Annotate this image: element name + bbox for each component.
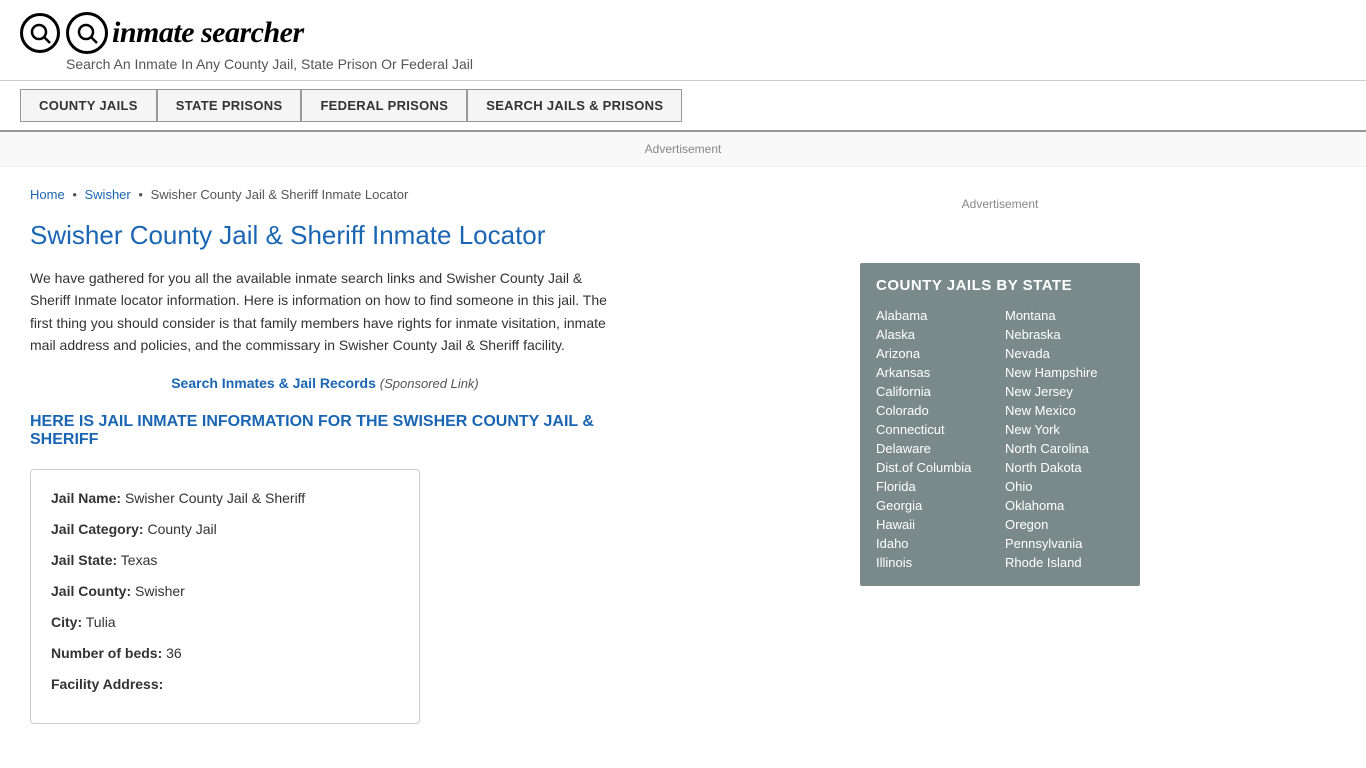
sponsored-section: Search Inmates & Jail Records (Sponsored… [30,375,620,391]
jail-city-val: Tulia [86,614,116,630]
state-link-arizona[interactable]: Arizona [876,344,995,363]
sidebar-ad: Advertisement [860,187,1140,247]
jail-category-label: Jail Category: [51,521,144,537]
state-link-oklahoma[interactable]: Oklahoma [1005,496,1124,515]
jail-county-val: Swisher [135,583,185,599]
state-link-north-carolina[interactable]: North Carolina [1005,439,1124,458]
state-link-montana[interactable]: Montana [1005,306,1124,325]
state-link-alabama[interactable]: Alabama [876,306,995,325]
state-box-title: COUNTY JAILS BY STATE [876,277,1124,294]
jail-beds-row: Number of beds: 36 [51,643,399,664]
logo-icon [20,13,60,53]
sidebar: Advertisement COUNTY JAILS BY STATE Alab… [840,167,1150,744]
state-link-dist.of-columbia[interactable]: Dist.of Columbia [876,458,995,477]
jail-name-label: Jail Name: [51,490,121,506]
state-link-new-york[interactable]: New York [1005,420,1124,439]
breadcrumb-parent[interactable]: Swisher [85,187,131,202]
jail-info-box: Jail Name: Swisher County Jail & Sheriff… [30,469,420,724]
main-content: Home • Swisher • Swisher County Jail & S… [0,167,1366,744]
breadcrumb-current: Swisher County Jail & Sheriff Inmate Loc… [151,187,409,202]
state-link-florida[interactable]: Florida [876,477,995,496]
ad-banner: Advertisement [0,132,1366,167]
jail-county-label: Jail County: [51,583,131,599]
state-link-new-mexico[interactable]: New Mexico [1005,401,1124,420]
state-link-delaware[interactable]: Delaware [876,439,995,458]
header: inmate searcher Search An Inmate In Any … [0,0,1366,81]
jail-state-val: Texas [121,552,158,568]
nav-bar: COUNTY JAILS STATE PRISONS FEDERAL PRISO… [0,81,1366,132]
state-link-colorado[interactable]: Colorado [876,401,995,420]
state-link-georgia[interactable]: Georgia [876,496,995,515]
jail-name-row: Jail Name: Swisher County Jail & Sheriff [51,488,399,509]
jail-county-row: Jail County: Swisher [51,581,399,602]
state-box: COUNTY JAILS BY STATE AlabamaAlaskaArizo… [860,263,1140,586]
state-link-pennsylvania[interactable]: Pennsylvania [1005,534,1124,553]
jail-address-label: Facility Address: [51,676,163,692]
state-link-oregon[interactable]: Oregon [1005,515,1124,534]
breadcrumb-home[interactable]: Home [30,187,65,202]
jail-city-row: City: Tulia [51,612,399,633]
state-link-ohio[interactable]: Ohio [1005,477,1124,496]
sponsored-link[interactable]: Search Inmates & Jail Records [171,375,376,391]
breadcrumb: Home • Swisher • Swisher County Jail & S… [30,187,810,202]
nav-item-county-jails[interactable]: COUNTY JAILS [20,89,157,122]
tagline: Search An Inmate In Any County Jail, Sta… [66,56,1346,72]
jail-beds-label: Number of beds: [51,645,162,661]
state-col-right: MontanaNebraskaNevadaNew HampshireNew Je… [1005,306,1124,572]
nav-item-search-jails[interactable]: SEARCH JAILS & PRISONS [467,89,682,122]
sponsored-note: (Sponsored Link) [380,376,479,391]
jail-name-val: Swisher County Jail & Sheriff [125,490,305,506]
jail-beds-val: 36 [166,645,182,661]
state-link-arkansas[interactable]: Arkansas [876,363,995,382]
breadcrumb-sep-1: • [72,187,77,202]
state-link-new-jersey[interactable]: New Jersey [1005,382,1124,401]
state-link-nebraska[interactable]: Nebraska [1005,325,1124,344]
state-link-illinois[interactable]: Illinois [876,553,995,572]
jail-address-row: Facility Address: [51,674,399,695]
logo-text: inmate searcher [66,12,304,54]
nav-item-federal-prisons[interactable]: FEDERAL PRISONS [301,89,467,122]
state-link-alaska[interactable]: Alaska [876,325,995,344]
state-link-rhode-island[interactable]: Rhode Island [1005,553,1124,572]
state-link-new-hampshire[interactable]: New Hampshire [1005,363,1124,382]
state-link-nevada[interactable]: Nevada [1005,344,1124,363]
page-title: Swisher County Jail & Sheriff Inmate Loc… [30,220,810,251]
description-text: We have gathered for you all the availab… [30,267,620,357]
state-link-california[interactable]: California [876,382,995,401]
nav-item-state-prisons[interactable]: STATE PRISONS [157,89,302,122]
logo-area: inmate searcher [20,12,1346,54]
section-heading: HERE IS JAIL INMATE INFORMATION FOR THE … [30,413,620,449]
breadcrumb-sep-2: • [138,187,143,202]
jail-state-row: Jail State: Texas [51,550,399,571]
jail-cat-val: County Jail [147,521,216,537]
state-link-connecticut[interactable]: Connecticut [876,420,995,439]
jail-state-label: Jail State: [51,552,117,568]
jail-city-label: City: [51,614,82,630]
state-col-left: AlabamaAlaskaArizonaArkansasCaliforniaCo… [876,306,995,572]
jail-category-row: Jail Category: County Jail [51,519,399,540]
nav-list: COUNTY JAILS STATE PRISONS FEDERAL PRISO… [20,89,1346,122]
content-area: Home • Swisher • Swisher County Jail & S… [0,167,840,744]
state-link-north-dakota[interactable]: North Dakota [1005,458,1124,477]
state-link-idaho[interactable]: Idaho [876,534,995,553]
state-columns: AlabamaAlaskaArizonaArkansasCaliforniaCo… [876,306,1124,572]
state-link-hawaii[interactable]: Hawaii [876,515,995,534]
